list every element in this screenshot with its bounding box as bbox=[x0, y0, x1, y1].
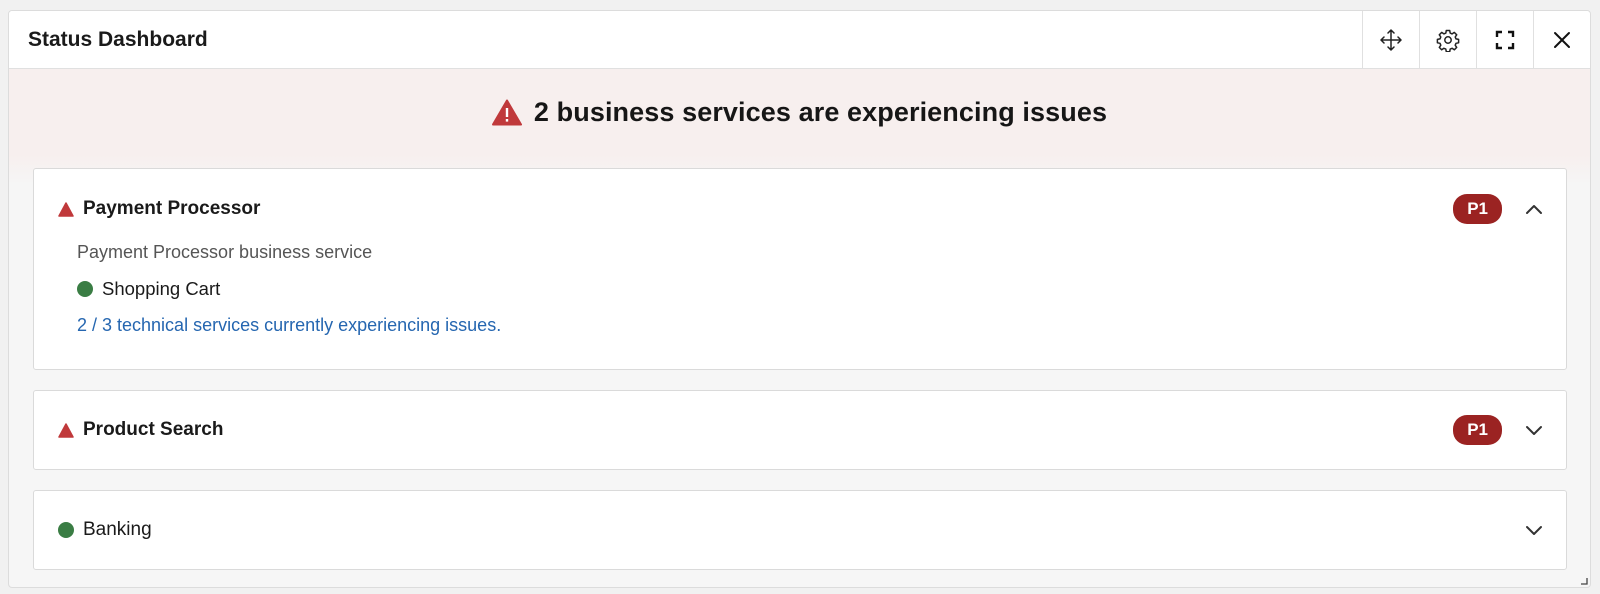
service-card-header[interactable]: Banking bbox=[34, 491, 1566, 569]
service-name: Banking bbox=[83, 519, 152, 540]
gear-icon bbox=[1436, 29, 1460, 52]
fullscreen-button[interactable] bbox=[1476, 11, 1533, 68]
priority-badge: P1 bbox=[1453, 415, 1502, 445]
service-card-header[interactable]: Payment Processor P1 bbox=[34, 169, 1566, 249]
service-card-payment-processor: Payment Processor P1 Payment Processor b… bbox=[33, 168, 1567, 370]
banner-message: 2 business services are experiencing iss… bbox=[533, 96, 1108, 127]
status-ok-dot-icon bbox=[77, 281, 93, 297]
panel-toolbar bbox=[1362, 11, 1590, 68]
service-card-product-search: Product Search P1 bbox=[33, 390, 1567, 470]
fullscreen-icon bbox=[1495, 30, 1515, 49]
technical-service-item: Shopping Cart bbox=[77, 278, 1542, 300]
service-name: Product Search bbox=[83, 419, 224, 440]
service-card-header[interactable]: Product Search P1 bbox=[34, 391, 1566, 469]
service-name: Payment Processor bbox=[83, 198, 261, 219]
technical-service-name: Shopping Cart bbox=[102, 278, 221, 299]
service-card-body: Payment Processor business service Shopp… bbox=[34, 242, 1566, 362]
resize-handle-icon[interactable] bbox=[1580, 577, 1588, 585]
warning-triangle-icon bbox=[58, 422, 74, 438]
issues-banner: 2 business services are experiencing iss… bbox=[9, 69, 1590, 155]
chevron-up-icon[interactable] bbox=[1524, 199, 1544, 219]
panel-title: Status Dashboard bbox=[28, 27, 208, 51]
panel-header: Status Dashboard bbox=[9, 11, 1590, 69]
close-button[interactable] bbox=[1533, 11, 1590, 68]
priority-badge: P1 bbox=[1453, 194, 1502, 224]
status-ok-dot-icon bbox=[58, 522, 74, 538]
warning-triangle-icon bbox=[491, 99, 522, 125]
chevron-down-icon[interactable] bbox=[1524, 420, 1544, 440]
settings-button[interactable] bbox=[1419, 11, 1476, 68]
move-icon bbox=[1380, 28, 1402, 51]
status-dashboard-panel: Status Dashboard 2 business services are… bbox=[8, 10, 1591, 588]
service-list: Payment Processor P1 Payment Processor b… bbox=[9, 155, 1590, 570]
move-button[interactable] bbox=[1362, 11, 1419, 68]
service-card-banking: Banking bbox=[33, 490, 1567, 570]
close-icon bbox=[1554, 31, 1570, 48]
chevron-down-icon[interactable] bbox=[1524, 520, 1544, 540]
technical-services-summary-link[interactable]: 2 / 3 technical services currently exper… bbox=[77, 315, 1542, 336]
warning-triangle-icon bbox=[58, 201, 74, 217]
service-description: Payment Processor business service bbox=[77, 242, 373, 262]
